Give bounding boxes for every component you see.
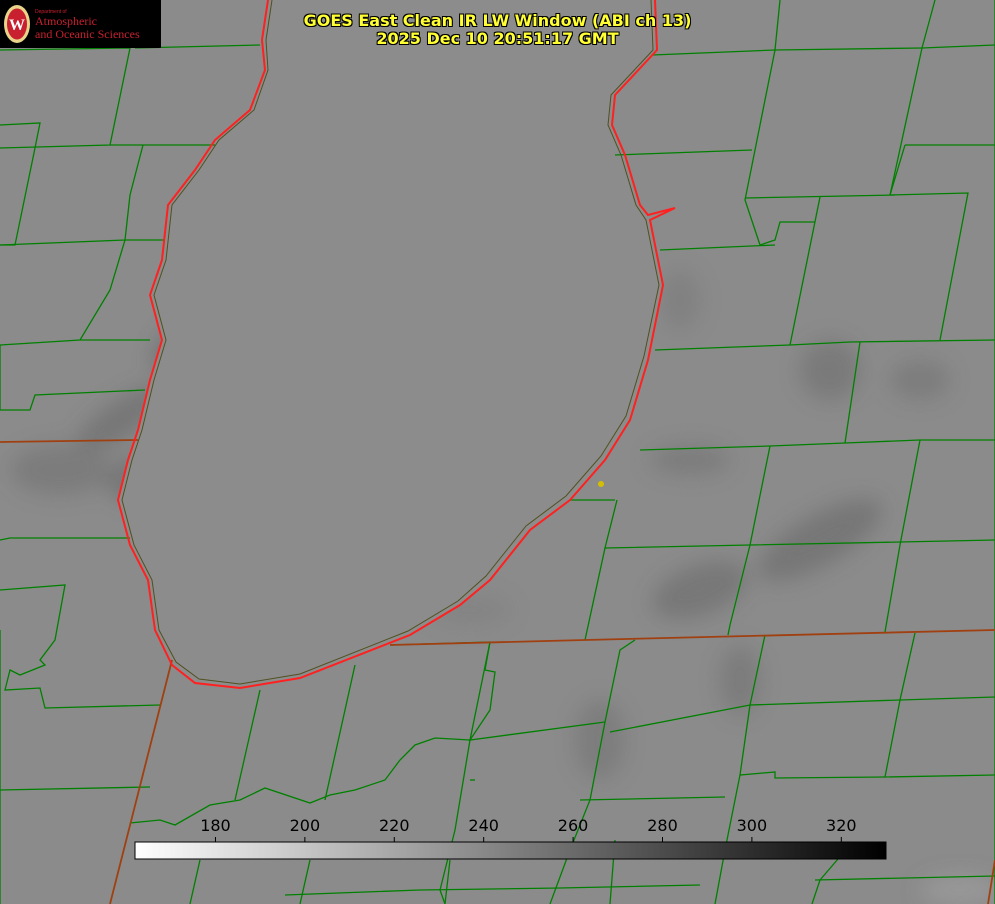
colorbar-tick-label: 220: [379, 816, 410, 835]
colorbar-tick-label: 240: [468, 816, 499, 835]
colorbar-tick-label: 280: [647, 816, 678, 835]
uw-seal-icon: W: [4, 5, 30, 43]
aos-logo: W Department of Atmospheric and Oceanic …: [0, 0, 161, 48]
colorbar-tick-label: 200: [290, 816, 321, 835]
colorbar-tick-label: 300: [737, 816, 768, 835]
colorbar-tick-label: 320: [826, 816, 857, 835]
station-dot: [598, 481, 604, 487]
satellite-map: 180 200 220 240 260 280 300 320: [0, 0, 995, 904]
seal-letter: W: [9, 17, 25, 34]
colorbar-tick-label: 260: [558, 816, 589, 835]
colorbar-tick-label: 180: [200, 816, 231, 835]
colorbar-gradient: [134, 841, 887, 860]
logo-line2: and Oceanic Sciences: [35, 27, 140, 41]
